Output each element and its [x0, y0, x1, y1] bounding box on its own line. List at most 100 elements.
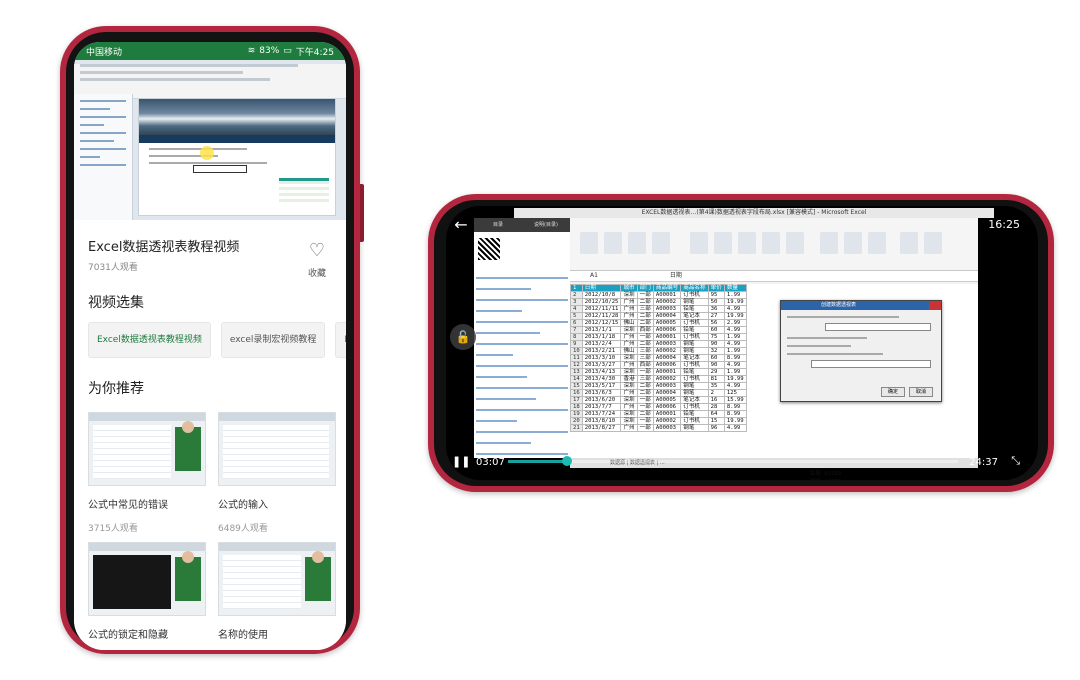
table-cell: 一部 [636, 424, 654, 432]
back-arrow-icon[interactable]: ← [452, 216, 470, 234]
table-cell: 深圳 [620, 410, 638, 418]
seek-handle[interactable] [561, 456, 572, 466]
table-cell: 商品名称 [680, 284, 709, 292]
table-cell: 2013/4/13 [581, 368, 622, 376]
table-cell: 深圳 [620, 354, 638, 362]
table-cell: 1.99 [723, 333, 747, 341]
formula-bar: A1 日期 [570, 271, 978, 282]
screen-lock-icon[interactable]: 🔓 [450, 324, 476, 350]
table-cell: 订书机 [680, 291, 709, 299]
status-right: ≋ 83% ▭ 下午4:25 [248, 45, 334, 58]
table-cell: A00001 [652, 410, 682, 418]
table-cell: 城市 [620, 284, 638, 292]
table-cell: 笔记本 [680, 396, 709, 404]
heart-add-icon: ♡ [308, 240, 326, 261]
input-box-thumb [193, 165, 247, 173]
table-cell: 广州 [620, 389, 638, 397]
table-cell: 2013/3/27 [581, 361, 622, 369]
table-cell: 28 [707, 403, 725, 411]
table-cell: 二部 [636, 410, 654, 418]
table-cell: 部门 [636, 284, 654, 292]
recommend-thumbnail [88, 542, 206, 616]
banner-title-bar [139, 135, 335, 143]
table-cell: 2013/1/18 [581, 333, 622, 341]
course-views: 7031人观看 [88, 263, 138, 273]
table-cell: 佛山 [620, 347, 638, 355]
table-cell: 日期 [581, 284, 622, 292]
table-cell: 1.99 [723, 291, 747, 299]
table-cell: 一部 [636, 368, 654, 376]
table-cell: 钢笔 [680, 298, 709, 306]
table-row: 4 2012/11/11 广州 三部 A00003 铅笔 36 4.99 [570, 305, 747, 313]
excel-ribbon [570, 218, 978, 271]
recommend-views: 3715人观看 [88, 524, 138, 534]
table-cell: 19.99 [723, 417, 747, 425]
table-cell: 三部 [636, 305, 654, 313]
video-player[interactable] [74, 60, 346, 220]
table-cell: 19.99 [723, 312, 747, 320]
table-cell: A00001 [652, 291, 682, 299]
table-cell: 7 [570, 326, 583, 334]
side-tab[interactable]: 说明(目录) [522, 218, 570, 232]
seek-bar[interactable] [508, 456, 958, 466]
table-cell: 4.99 [723, 340, 747, 348]
table-row: 15 2013/5/17 深圳 二部 A00003 钢笔 35 4.99 [570, 382, 747, 390]
dialog-ok-button: 确定 [881, 387, 905, 397]
table-cell: A00003 [652, 340, 682, 348]
table-cell: A00002 [652, 298, 682, 306]
table-cell: 铅笔 [680, 326, 709, 334]
table-cell: 2 [707, 389, 725, 397]
table-cell: 2013/6/20 [581, 396, 622, 404]
table-cell: A00002 [652, 417, 682, 425]
table-row: 21 2013/8/27 广州 一部 A00003 钢笔 96 4.99 [570, 424, 747, 432]
pause-icon[interactable]: ❚❚ [452, 455, 470, 468]
table-cell: 三部 [636, 347, 654, 355]
create-pivot-dialog: 创建数据透视表 确定 取消 [780, 300, 942, 402]
table-cell: 16 [707, 396, 725, 404]
table-cell: 56 [707, 319, 725, 327]
table-cell: 笔记本 [680, 354, 709, 362]
course-title: Excel数据透视表教程视频 [88, 240, 240, 255]
table-cell: 16 [570, 389, 583, 397]
qr-code-icon [478, 238, 500, 260]
table-cell: 2013/1/1 [581, 326, 622, 334]
table-cell: 一部 [636, 333, 654, 341]
table-cell: 3 [570, 298, 583, 306]
table-cell: A00003 [652, 424, 682, 432]
recommend-title: 公式中常见的错误 [88, 500, 168, 511]
table-row: 6 2012/12/15 佛山 二部 A00005 订书机 56 2.99 [570, 319, 747, 327]
table-cell: 一部 [636, 417, 654, 425]
table-cell: A00006 [652, 361, 682, 369]
portrait-screen: 中国移动 ≋ 83% ▭ 下午4:25 Excel数据透视表教程视频 7031人… [74, 42, 346, 650]
table-cell: 2013/6/3 [581, 389, 622, 397]
series-chip[interactable]: Ex [335, 322, 346, 358]
favorite-button[interactable]: ♡ 收藏 [302, 240, 332, 280]
table-cell: 西部 [636, 361, 654, 369]
table-cell: 三部 [636, 354, 654, 362]
table-cell: 2.99 [723, 319, 747, 327]
recommend-thumbnail [88, 412, 206, 486]
fullscreen-video-player[interactable]: EXCEL数据透视表…(第4课)数据透视表字段布局.xlsx [兼容模式] - … [458, 206, 1008, 480]
table-cell: 29 [707, 368, 725, 376]
recommend-item[interactable]: 名称的使用 [218, 542, 336, 641]
series-chip[interactable]: excel录制宏视频教程 [220, 322, 326, 358]
table-cell: 14 [570, 375, 583, 383]
table-cell: A00006 [652, 326, 682, 334]
recommend-item[interactable]: 公式的锁定和隐藏 [88, 542, 206, 641]
series-chip[interactable]: Excel数据透视表教程视频 [88, 322, 211, 358]
table-cell: 27 [707, 312, 725, 320]
current-time: 03:07 [476, 457, 505, 468]
table-cell: 75 [707, 333, 725, 341]
table-cell: 订书机 [680, 417, 709, 425]
wifi-icon: ≋ [247, 46, 256, 56]
exit-fullscreen-icon[interactable]: ⤡ [1011, 454, 1020, 468]
recommend-item[interactable]: 公式的输入 6489人观看 [218, 412, 336, 534]
table-cell: 1.99 [723, 347, 747, 355]
table-cell: 19.99 [723, 298, 747, 306]
table-row: 17 2013/6/20 深圳 一部 A00005 笔记本 16 15.99 [570, 396, 747, 404]
table-cell: 一部 [636, 396, 654, 404]
recommend-item[interactable]: 公式中常见的错误 3715人观看 [88, 412, 206, 534]
table-row: 7 2013/1/1 深圳 西部 A00006 铅笔 60 4.99 [570, 326, 747, 334]
table-cell: 2013/5/17 [581, 382, 622, 390]
side-tab[interactable]: 目录 [474, 218, 522, 232]
